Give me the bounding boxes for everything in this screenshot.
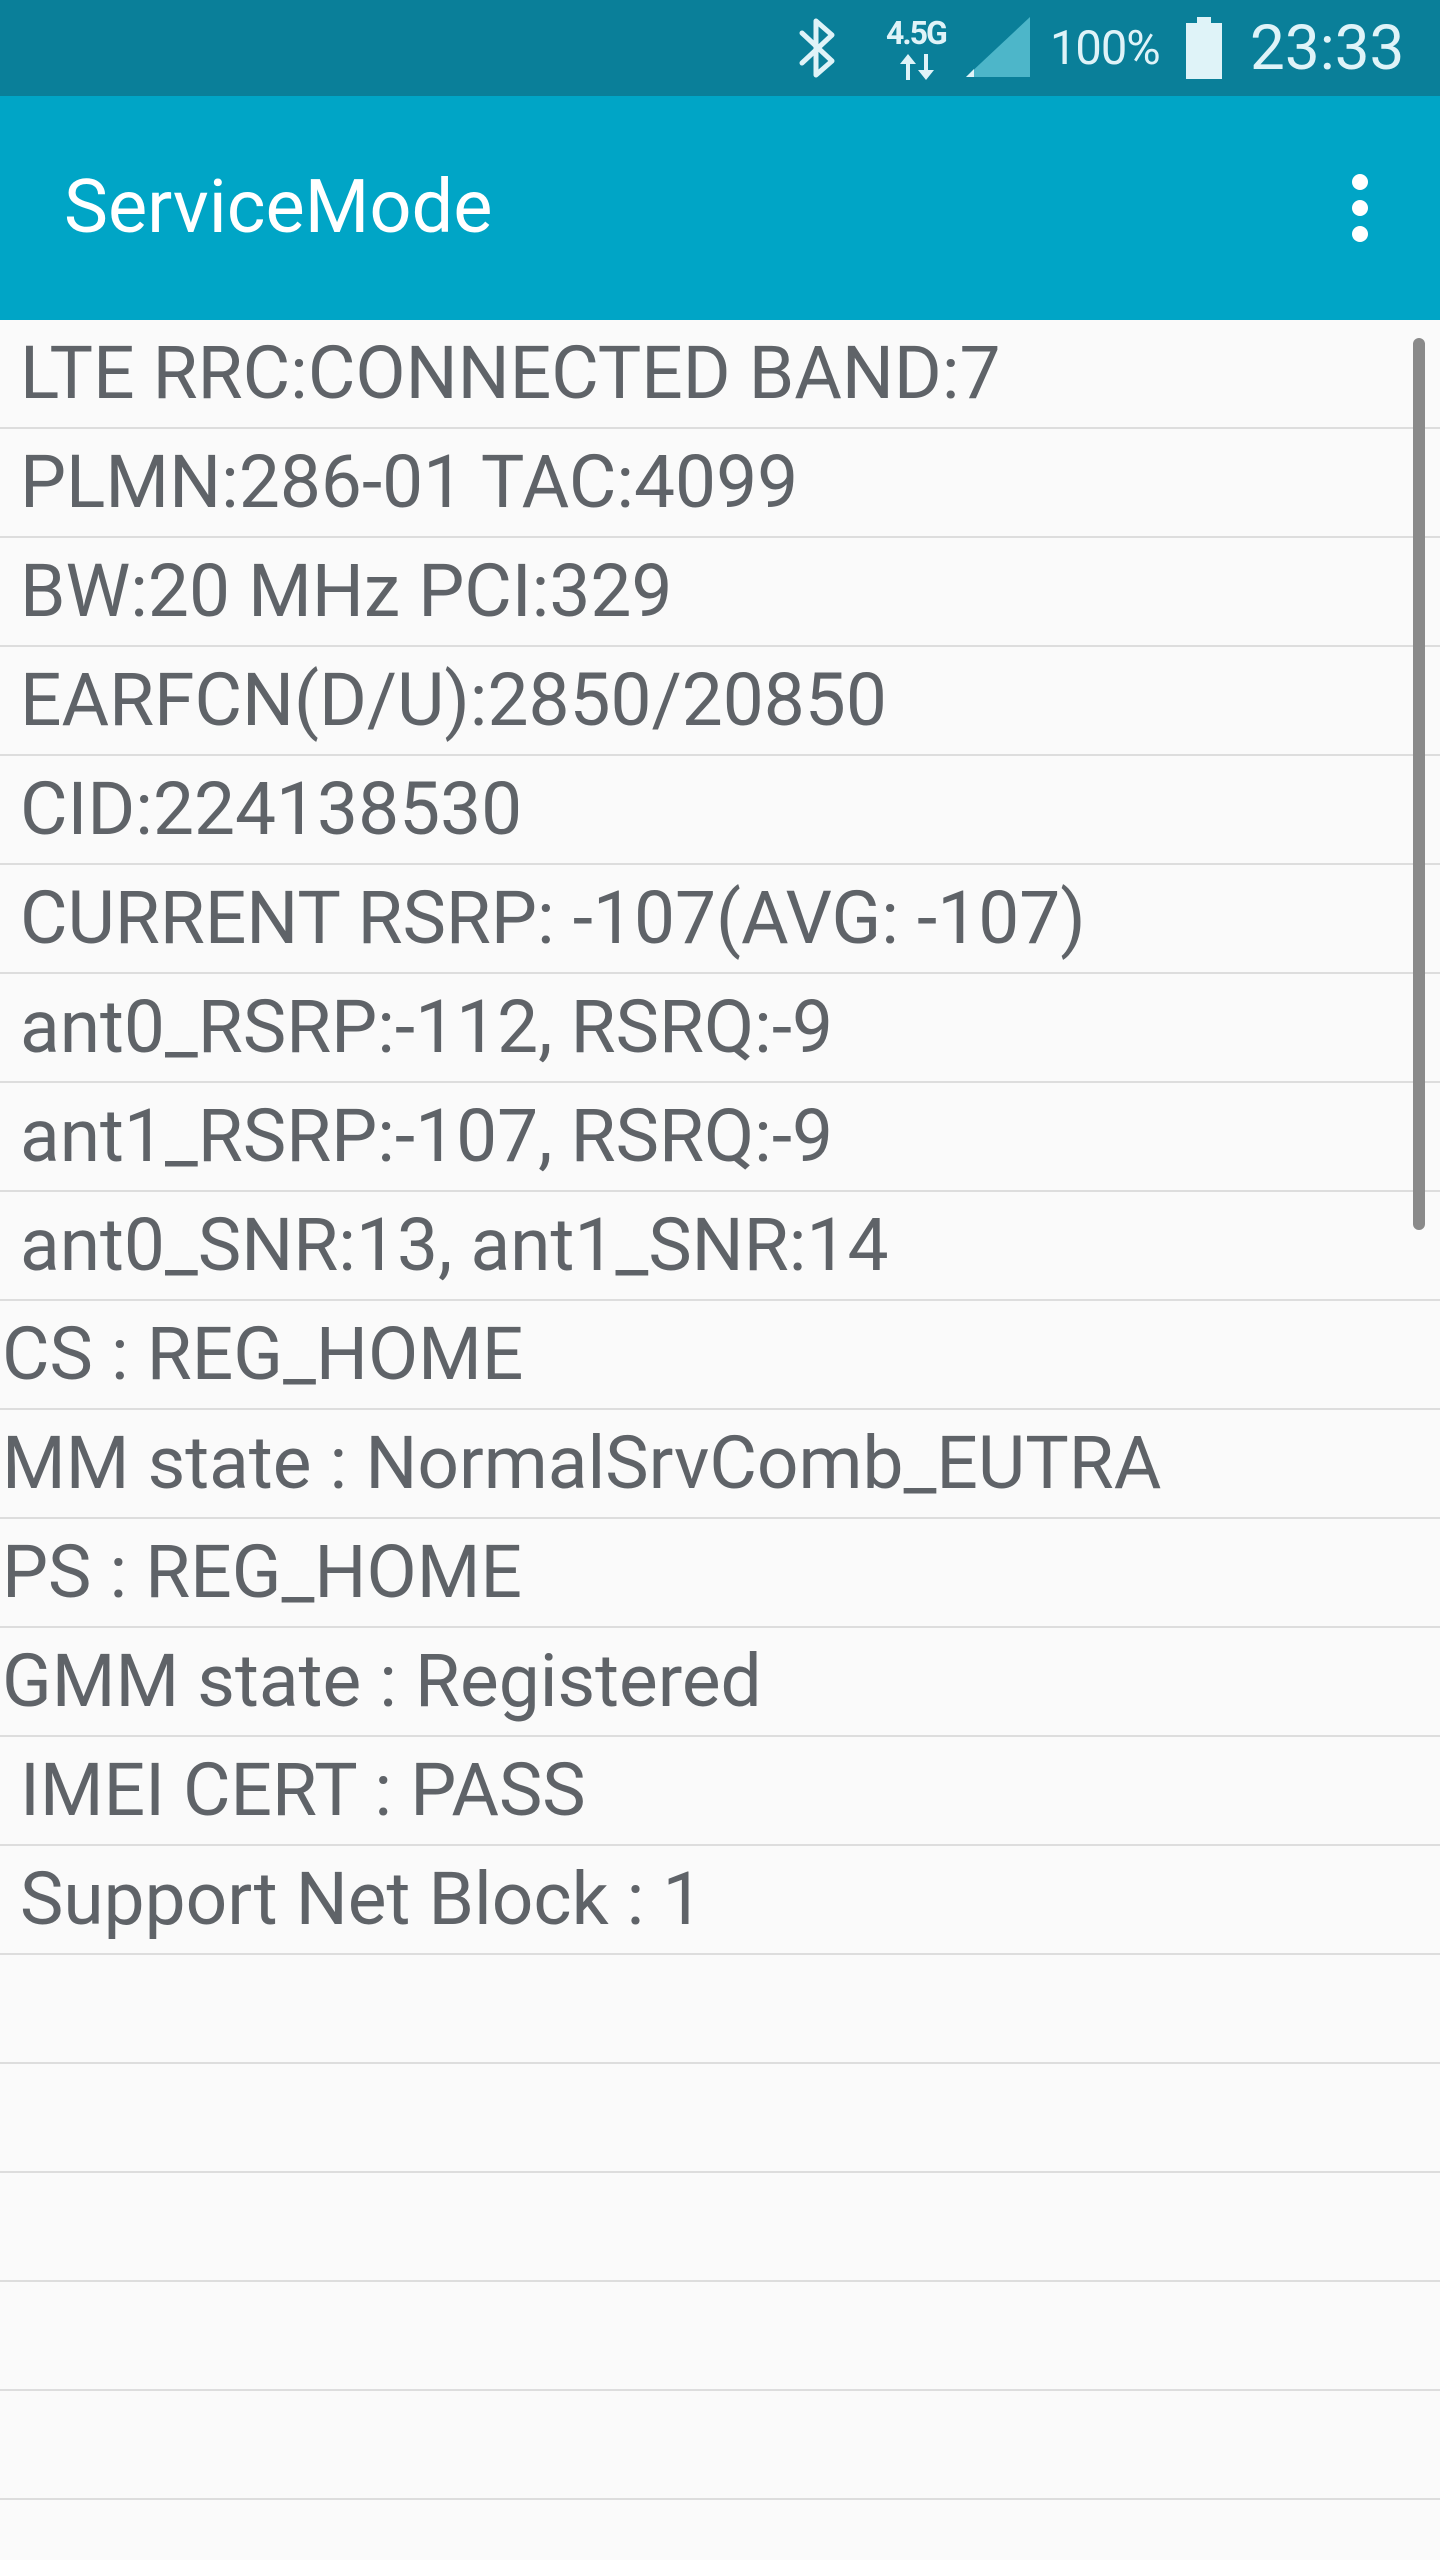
list-item[interactable] (0, 2064, 1440, 2173)
list-item[interactable]: Support Net Block : 1 (0, 1846, 1440, 1955)
list-item-text: ant0_RSRP:-112, RSRQ:-9 (20, 984, 834, 1070)
list-item-text: PS : REG_HOME (2, 1529, 522, 1615)
list-item[interactable]: ant0_RSRP:-112, RSRQ:-9 (0, 974, 1440, 1083)
list-item[interactable] (0, 2391, 1440, 2500)
list-item[interactable] (0, 1955, 1440, 2064)
list-item[interactable]: LTE RRC:CONNECTED BAND:7 (0, 320, 1440, 429)
list-item-text: EARFCN(D/U):2850/20850 (20, 657, 887, 743)
signal-icon (962, 0, 1034, 96)
list-item[interactable]: PS : REG_HOME (0, 1519, 1440, 1628)
battery-icon (1184, 0, 1224, 96)
list-item-text: ant0_SNR:13, ant1_SNR:14 (20, 1202, 889, 1288)
service-info-list[interactable]: LTE RRC:CONNECTED BAND:7 PLMN:286-01 TAC:… (0, 320, 1440, 2560)
scrollbar[interactable] (1413, 338, 1425, 1230)
list-item[interactable]: PLMN:286-01 TAC:4099 (0, 429, 1440, 538)
list-item[interactable]: CURRENT RSRP: -107(AVG: -107) (0, 865, 1440, 974)
list-item[interactable]: BW:20 MHz PCI:329 (0, 538, 1440, 647)
list-item[interactable] (0, 2282, 1440, 2391)
list-item-text (0, 2510, 20, 2560)
list-item-text (0, 1965, 20, 2051)
list-item-text: CS : REG_HOME (2, 1311, 524, 1397)
battery-percent: 100% (1050, 20, 1161, 76)
list-item-text (0, 2401, 20, 2487)
list-item[interactable] (0, 2500, 1440, 2560)
list-item[interactable]: MM state : NormalSrvComb_EUTRA (0, 1410, 1440, 1519)
list-item[interactable]: ant1_RSRP:-107, RSRQ:-9 (0, 1083, 1440, 1192)
list-item-text: LTE RRC:CONNECTED BAND:7 (20, 330, 1001, 416)
list-item-text: PLMN:286-01 TAC:4099 (20, 439, 799, 525)
status-bar: 4.5G 100% 23:33 (0, 0, 1440, 96)
list-item[interactable]: ant0_SNR:13, ant1_SNR:14 (0, 1192, 1440, 1301)
app-bar: ServiceMode (0, 96, 1440, 320)
list-item[interactable]: GMM state : Registered (0, 1628, 1440, 1737)
network-type-label: 4.5G (886, 14, 948, 52)
list-item[interactable]: CS : REG_HOME (0, 1301, 1440, 1410)
list-item[interactable]: CID:224138530 (0, 756, 1440, 865)
app-title: ServiceMode (64, 164, 493, 251)
list-item[interactable] (0, 2173, 1440, 2282)
list-item[interactable]: IMEI CERT : PASS (0, 1737, 1440, 1846)
list-item-text (0, 2292, 20, 2378)
network-type-icon: 4.5G (878, 0, 954, 96)
list-item-text: Support Net Block : 1 (20, 1856, 704, 1942)
list-item-text (0, 2183, 20, 2269)
list-item-text: BW:20 MHz PCI:329 (20, 548, 673, 634)
list-item[interactable]: EARFCN(D/U):2850/20850 (0, 647, 1440, 756)
list-item-text: CURRENT RSRP: -107(AVG: -107) (20, 875, 1086, 961)
list-item-text: IMEI CERT : PASS (20, 1747, 586, 1833)
clock: 23:33 (1250, 11, 1405, 85)
list-item-text: CID:224138530 (20, 766, 523, 852)
bluetooth-icon (790, 0, 846, 96)
list-item-text: GMM state : Registered (2, 1638, 762, 1724)
list-item-text: ant1_RSRP:-107, RSRQ:-9 (20, 1093, 834, 1179)
more-vert-icon (1352, 174, 1368, 242)
list-item-text: MM state : NormalSrvComb_EUTRA (2, 1420, 1162, 1506)
list-item-text (0, 2074, 20, 2160)
more-options-button[interactable] (1304, 152, 1416, 264)
